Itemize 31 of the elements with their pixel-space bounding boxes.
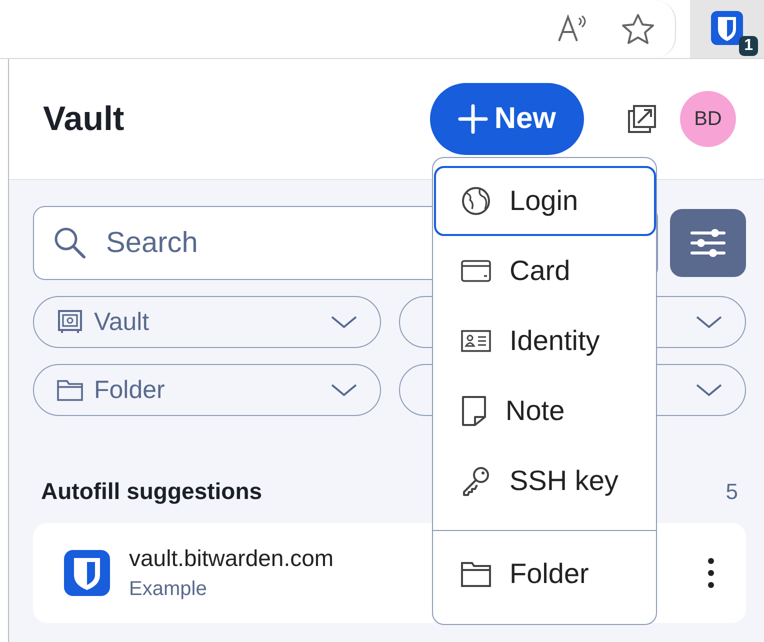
chevron-down-icon [330,314,358,330]
vault-icon [56,309,84,335]
page-title: Vault [43,100,124,138]
chevron-down-icon [695,382,723,398]
item-subtitle: Example [129,578,208,601]
star-icon[interactable] [621,13,655,45]
new-button[interactable]: New [430,83,584,155]
filter-settings-button[interactable] [670,209,746,277]
card-icon [460,259,492,283]
chevron-down-icon [330,382,358,398]
item-count: 5 [726,478,738,504]
sliders-icon [689,227,727,259]
extension-button[interactable]: 1 [690,0,764,58]
chevron-down-icon [695,314,723,330]
folder-icon [460,560,492,588]
shield-icon [63,549,111,597]
more-options-icon[interactable] [706,557,716,589]
section-title: Autofill suggestions [41,478,262,505]
extension-badge: 1 [739,36,758,56]
note-icon [460,395,488,427]
popout-icon[interactable] [626,103,658,135]
plus-icon [458,104,488,134]
id-card-icon [460,329,492,353]
menu-item[interactable]: Login [434,166,656,236]
avatar[interactable]: BD [680,91,736,147]
globe-icon [460,185,492,217]
folder-icon [56,378,84,402]
search-icon [53,226,87,260]
item-name: vault.bitwarden.com [129,545,334,572]
filter-dropdown[interactable]: Vault [33,296,380,348]
filter-dropdown[interactable]: Folder [33,364,380,416]
